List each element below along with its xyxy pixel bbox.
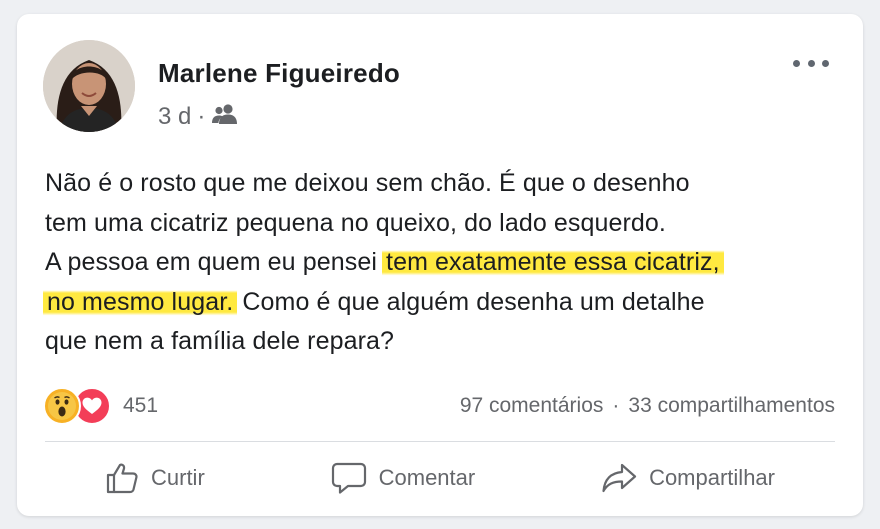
post-line: tem uma cicatriz pequena no queixo, do l…: [45, 208, 666, 237]
post-card: Marlene Figueiredo 3 d · Não é o rosto q…: [17, 14, 863, 516]
comment-button[interactable]: Comentar: [271, 461, 536, 495]
author-name[interactable]: Marlene Figueiredo: [158, 58, 400, 89]
reaction-count: 451: [123, 394, 159, 417]
meta-separator: ·: [197, 103, 206, 130]
thumbs-up-icon: [106, 463, 138, 494]
avatar[interactable]: [43, 40, 135, 132]
action-bar: Curtir Comentar Compartilhar: [45, 456, 835, 500]
comment-icon: [331, 462, 366, 494]
share-icon: [602, 463, 637, 493]
comments-count[interactable]: 97 comentários: [460, 394, 604, 418]
engagement-stats: 97 comentários · 33 compartilhamentos: [460, 394, 835, 418]
highlighted-text: no mesmo lugar.: [43, 287, 238, 316]
more-options-icon[interactable]: [793, 56, 829, 70]
highlighted-text: tem exatamente essa cicatriz,: [382, 248, 724, 276]
friends-icon[interactable]: [212, 103, 238, 132]
share-button[interactable]: Compartilhar: [541, 462, 835, 494]
post-line: que nem a família dele repara?: [45, 327, 395, 355]
post-text: Não é o rosto que me deixou sem chão. É …: [43, 164, 845, 362]
post-line: A pessoa em quem eu pensei tem exatament…: [45, 243, 845, 283]
reactions-summary[interactable]: 451: [43, 386, 158, 426]
like-button[interactable]: Curtir: [45, 461, 265, 495]
post-line: Não é o rosto que me deixou sem chão. É …: [45, 169, 690, 197]
divider: [45, 441, 835, 442]
avatar-photo: [43, 40, 135, 132]
post-meta: 3 d ·: [158, 103, 238, 131]
wow-reaction-icon: [43, 387, 81, 425]
like-label: Curtir: [151, 465, 205, 490]
share-label: Compartilhar: [649, 465, 775, 490]
stats-separator: ·: [612, 394, 620, 417]
post-line: no mesmo lugar. Como é que alguém desenh…: [43, 283, 845, 323]
shares-count[interactable]: 33 compartilhamentos: [628, 394, 835, 418]
comment-label: Comentar: [378, 465, 476, 490]
post-time[interactable]: 3 d: [158, 103, 191, 131]
